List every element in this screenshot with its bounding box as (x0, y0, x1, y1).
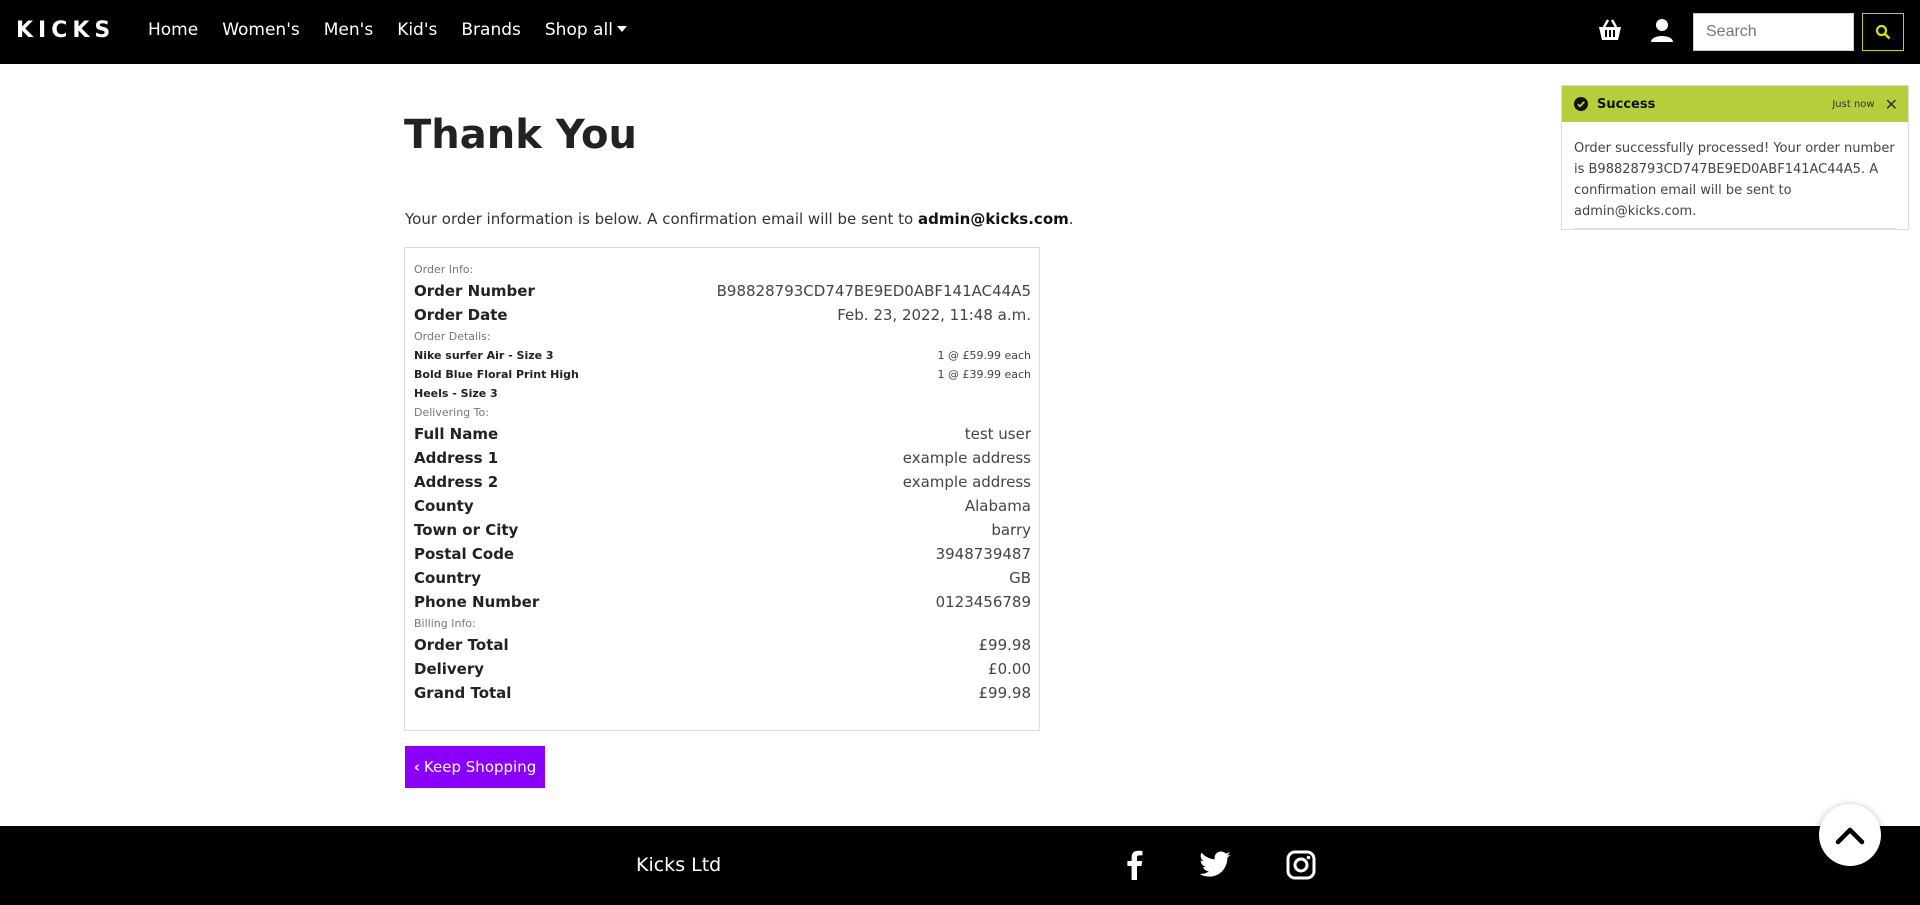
brand-logo[interactable]: KICKS (16, 18, 115, 43)
delivery-row: Address 2 example address (414, 470, 1031, 494)
facebook-icon[interactable] (1118, 848, 1152, 882)
billing-row: Delivery £0.00 (414, 657, 1031, 681)
order-intro-text: Your order information is below. A confi… (405, 210, 1074, 228)
delivery-label: Address 1 (414, 449, 499, 467)
delivery-row: Phone Number 0123456789 (414, 590, 1031, 614)
billing-value: £0.00 (988, 660, 1031, 678)
search-icon (1875, 24, 1891, 40)
keep-shopping-button[interactable]: ‹ Keep Shopping (405, 746, 545, 788)
intro-end: . (1068, 210, 1074, 228)
delivery-label: Town or City (414, 521, 519, 539)
item-names: Nike surfer Air - Size 3 Bold Blue Flora… (414, 346, 584, 403)
order-details-label: Order Details: (414, 330, 491, 343)
delivery-value: GB (1009, 569, 1031, 587)
delivering-label: Delivering To: (414, 406, 489, 419)
toast-title: Success (1597, 96, 1656, 112)
delivery-label: Full Name (414, 425, 499, 443)
keep-shopping-label: Keep Shopping (423, 758, 537, 776)
order-date-value: Feb. 23, 2022, 11:48 a.m. (837, 306, 1031, 324)
delivery-row: Postal Code 3948739487 (414, 542, 1031, 566)
delivery-value: Alabama (964, 497, 1031, 515)
nav-link-home[interactable]: Home (148, 20, 198, 40)
nav-link-kids[interactable]: Kid's (397, 20, 437, 40)
billing-label: Billing Info: (414, 617, 476, 630)
order-date-label: Order Date (414, 306, 508, 324)
toast-header: Success Just now ✕ (1562, 86, 1908, 122)
toast-message: Order successfully processed! Your order… (1574, 141, 1895, 219)
nav-link-shop-all[interactable]: Shop all (545, 20, 627, 40)
delivery-value: 3948739487 (935, 545, 1031, 563)
page-title: Thank You (404, 112, 638, 158)
billing-row: Grand Total £99.98 (414, 681, 1031, 705)
delivery-label: Phone Number (414, 593, 540, 611)
navbar: KICKS Home Women's Men's Kid's Brands Sh… (0, 0, 1920, 64)
billing-label: Grand Total (414, 684, 512, 702)
delivery-row: Country GB (414, 566, 1031, 590)
success-toast: Success Just now ✕ Order successfully pr… (1561, 85, 1909, 230)
billing-value: £99.98 (978, 636, 1032, 654)
search-input[interactable] (1693, 13, 1854, 51)
delivery-row: Full Name test user (414, 422, 1031, 446)
back-to-top-button[interactable] (1819, 804, 1881, 866)
chevron-up-icon (1835, 827, 1865, 845)
delivery-label: Postal Code (414, 545, 515, 563)
footer: Kicks Ltd (0, 826, 1920, 905)
footer-company: Kicks Ltd (636, 854, 722, 876)
order-summary: Order Info: Order Number B98828793CD747B… (404, 247, 1040, 731)
check-circle-icon (1574, 97, 1588, 111)
order-date-row: Order Date Feb. 23, 2022, 11:48 a.m. (414, 303, 1031, 327)
nav-link-brands[interactable]: Brands (461, 20, 521, 40)
user-icon[interactable] (1648, 16, 1676, 44)
nav-links: Home Women's Men's Kid's Brands Shop all (148, 20, 627, 40)
delivery-label: Country (414, 569, 482, 587)
order-number-value: B98828793CD747BE9ED0ABF141AC44A5 (716, 282, 1031, 300)
nav-link-womens[interactable]: Women's (222, 20, 300, 40)
instagram-icon[interactable] (1284, 848, 1318, 882)
chevron-left-icon: ‹ (413, 758, 420, 776)
toast-divider (1574, 228, 1896, 229)
order-number-label: Order Number (414, 282, 535, 300)
toast-time: Just now (1832, 98, 1875, 110)
nav-link-mens[interactable]: Men's (324, 20, 373, 40)
item-prices: 1 @ £59.99 each 1 @ £39.99 each (937, 346, 1031, 403)
delivery-value: example address (902, 449, 1031, 467)
delivery-row: Address 1 example address (414, 446, 1031, 470)
item-price: 1 @ £59.99 each (937, 349, 1031, 362)
order-info-label: Order Info: (414, 263, 474, 276)
order-items: Nike surfer Air - Size 3 Bold Blue Flora… (414, 346, 1031, 403)
delivery-value: test user (964, 425, 1031, 443)
delivery-value: example address (902, 473, 1031, 491)
basket-icon[interactable] (1596, 16, 1624, 44)
intro-email: admin@kicks.com (918, 210, 1069, 228)
billing-value: £99.98 (978, 684, 1032, 702)
delivery-row: County Alabama (414, 494, 1031, 518)
delivery-label: Address 2 (414, 473, 499, 491)
search-button[interactable] (1862, 13, 1904, 51)
intro-text: Your order information is below. A confi… (405, 210, 919, 228)
delivery-row: Town or City barry (414, 518, 1031, 542)
delivery-value: 0123456789 (935, 593, 1031, 611)
order-number-row: Order Number B98828793CD747BE9ED0ABF141A… (414, 279, 1031, 303)
item-price: 1 @ £39.99 each (937, 368, 1031, 381)
caret-down-icon (616, 26, 627, 32)
twitter-icon[interactable] (1198, 848, 1232, 882)
item-name: Bold Blue Floral Print High Heels - Size… (414, 368, 579, 400)
billing-label: Order Total (414, 636, 509, 654)
delivery-value: barry (991, 521, 1031, 539)
delivery-label: County (414, 497, 474, 515)
billing-label: Delivery (414, 660, 485, 678)
shop-all-label: Shop all (544, 20, 613, 40)
close-icon[interactable]: ✕ (1885, 95, 1898, 114)
item-name: Nike surfer Air - Size 3 (414, 349, 554, 362)
billing-row: Order Total £99.98 (414, 633, 1031, 657)
